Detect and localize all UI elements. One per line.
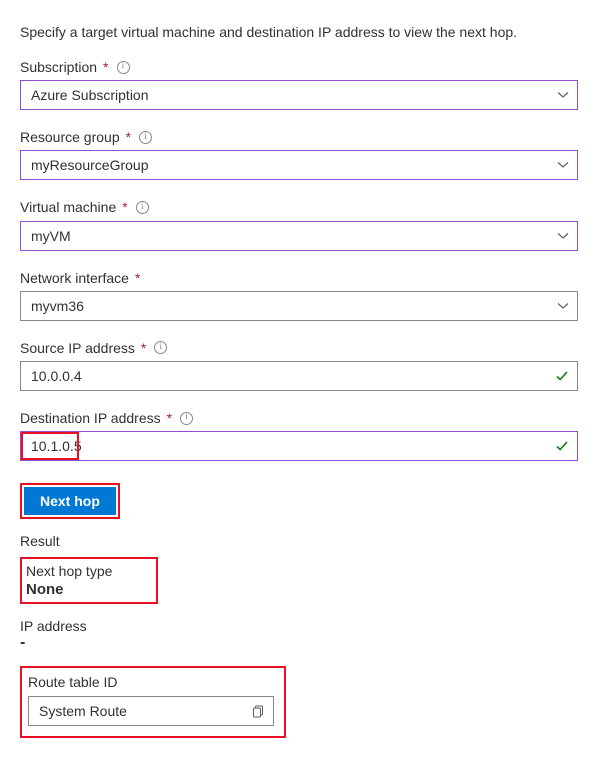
required-mark: * [167, 409, 172, 427]
required-mark: * [103, 58, 108, 76]
input-destination-ip[interactable]: 10.1.0.5 [20, 431, 578, 461]
result-heading: Result [20, 533, 580, 549]
check-icon [555, 439, 569, 453]
chevron-down-icon [557, 159, 569, 171]
info-icon[interactable]: i [117, 61, 130, 74]
highlight-next-hop-type: Next hop type None [20, 557, 158, 604]
dropdown-virtual-machine[interactable]: myVM [20, 221, 578, 251]
dropdown-subscription-value: Azure Subscription [31, 87, 557, 103]
chevron-down-icon [557, 230, 569, 242]
dropdown-network-interface-value: myvm36 [31, 298, 557, 314]
highlight-route-table: Route table ID System Route [20, 666, 286, 738]
label-virtual-machine-text: Virtual machine [20, 198, 116, 216]
required-mark: * [126, 128, 131, 146]
info-icon[interactable]: i [154, 341, 167, 354]
field-subscription: Subscription * i Azure Subscription [20, 58, 580, 110]
label-network-interface-text: Network interface [20, 269, 129, 287]
input-source-ip-value: 10.0.0.4 [31, 368, 555, 384]
label-resource-group-text: Resource group [20, 128, 120, 146]
field-virtual-machine: Virtual machine * i myVM [20, 198, 580, 250]
ip-address-label: IP address [20, 618, 580, 634]
dropdown-subscription[interactable]: Azure Subscription [20, 80, 578, 110]
ip-address-value: - [20, 634, 580, 652]
info-icon[interactable]: i [136, 201, 149, 214]
required-mark: * [141, 339, 146, 357]
dropdown-resource-group[interactable]: myResourceGroup [20, 150, 578, 180]
chevron-down-icon [557, 300, 569, 312]
required-mark: * [122, 198, 127, 216]
highlight-next-hop-button: Next hop [20, 483, 120, 519]
check-icon [555, 369, 569, 383]
label-subscription-text: Subscription [20, 58, 97, 76]
route-table-value: System Route [39, 703, 127, 719]
next-hop-type-value: None [26, 581, 112, 598]
info-icon[interactable]: i [139, 131, 152, 144]
label-destination-ip: Destination IP address * i [20, 409, 580, 427]
route-table-field[interactable]: System Route [28, 696, 274, 726]
page-intro: Specify a target virtual machine and des… [20, 24, 580, 40]
label-virtual-machine: Virtual machine * i [20, 198, 580, 216]
label-network-interface: Network interface * [20, 269, 580, 287]
dropdown-network-interface[interactable]: myvm36 [20, 291, 578, 321]
required-mark: * [135, 269, 140, 287]
field-destination-ip: Destination IP address * i 10.1.0.5 [20, 409, 580, 461]
input-source-ip[interactable]: 10.0.0.4 [20, 361, 578, 391]
field-resource-group: Resource group * i myResourceGroup [20, 128, 580, 180]
label-source-ip: Source IP address * i [20, 339, 580, 357]
field-network-interface: Network interface * myvm36 [20, 269, 580, 321]
input-destination-ip-value: 10.1.0.5 [21, 438, 555, 454]
label-resource-group: Resource group * i [20, 128, 580, 146]
button-row: Next hop [20, 483, 580, 519]
copy-icon[interactable] [251, 704, 265, 718]
route-table-label: Route table ID [28, 674, 274, 690]
dropdown-resource-group-value: myResourceGroup [31, 157, 557, 173]
dropdown-virtual-machine-value: myVM [31, 228, 557, 244]
chevron-down-icon [557, 89, 569, 101]
label-destination-ip-text: Destination IP address [20, 409, 161, 427]
info-icon[interactable]: i [180, 412, 193, 425]
next-hop-type-label: Next hop type [26, 563, 112, 579]
label-subscription: Subscription * i [20, 58, 580, 76]
next-hop-button[interactable]: Next hop [24, 487, 116, 515]
field-source-ip: Source IP address * i 10.0.0.4 [20, 339, 580, 391]
label-source-ip-text: Source IP address [20, 339, 135, 357]
